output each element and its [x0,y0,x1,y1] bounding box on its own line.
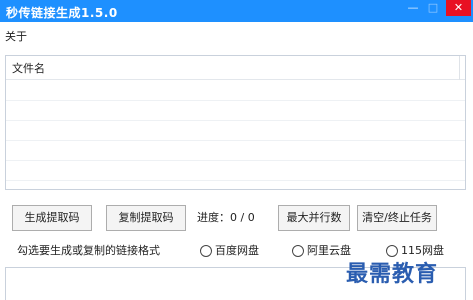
title-bar: 秒传链接生成1.5.0 — □ ✕ [0,0,473,22]
progress-label: 进度：0 / 0 [197,211,255,224]
menu-item-about[interactable]: 关于 [5,31,27,43]
window-title: 秒传链接生成1.5.0 [6,6,118,20]
header-divider [459,56,460,80]
row-divider [6,140,465,141]
radio-circle[interactable] [200,245,212,257]
row-divider [6,160,465,161]
clear-stop-button[interactable]: 清空/终止任务 [357,205,437,231]
row-divider [6,120,465,121]
maximize-button[interactable]: □ [424,0,442,16]
file-list-header: 文件名 [6,56,465,80]
copy-code-button[interactable]: 复制提取码 [106,205,186,231]
minimize-button[interactable]: — [404,0,422,16]
file-list[interactable]: 文件名 [5,55,466,190]
radio-label: 阿里云盘 [307,244,351,257]
radio-circle[interactable] [292,245,304,257]
max-parallel-button[interactable]: 最大并行数 [278,205,350,231]
watermark-logo: 最需教育 [346,261,439,287]
format-label: 勾选要生成或复制的链接格式 [17,244,160,257]
generate-code-button[interactable]: 生成提取码 [12,205,92,231]
row-divider [6,100,465,101]
radio-label: 百度网盘 [215,244,259,257]
radio-baidu[interactable]: 百度网盘 [200,243,259,259]
close-button[interactable]: ✕ [446,0,471,16]
row-divider [6,180,465,181]
menu-bar: 关于 [0,22,473,43]
column-header-filename[interactable]: 文件名 [12,63,45,75]
radio-aliyun[interactable]: 阿里云盘 [292,243,351,259]
